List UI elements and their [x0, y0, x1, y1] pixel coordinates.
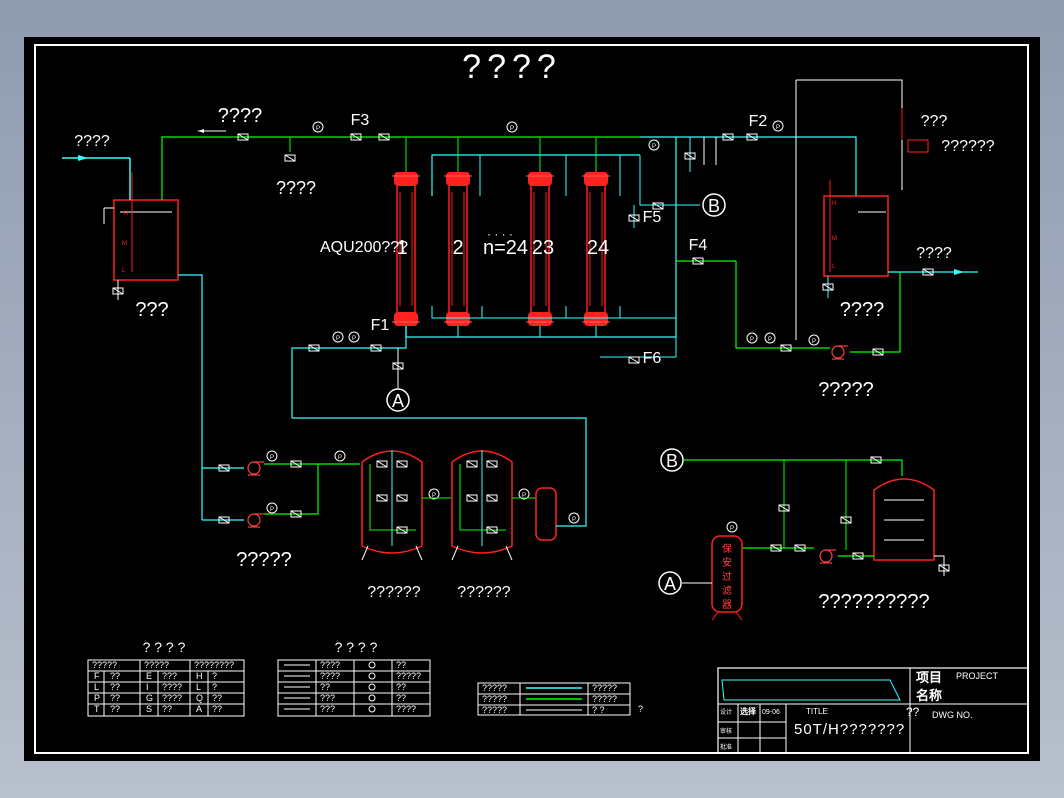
- legend-lines-cell: ?????: [592, 694, 617, 704]
- legend-left-cell: L: [94, 682, 99, 692]
- legend-left-cell: A: [196, 704, 202, 714]
- legend-mid-cell: ??: [320, 682, 330, 692]
- legend-left-cell: S: [146, 704, 152, 714]
- legend-mid-cell: ????: [396, 704, 416, 714]
- legend-mid-cell: ??: [396, 660, 406, 670]
- svg-text:M: M: [122, 241, 127, 247]
- legend-left-cell: ???: [162, 671, 177, 681]
- title-project-en: PROJECT: [956, 671, 999, 681]
- title-row1b: 选择: [740, 706, 757, 716]
- legend-lines-cell: ?????: [482, 705, 507, 715]
- F2-label: F2: [749, 113, 768, 130]
- legend-mid-cell: ????: [320, 671, 340, 681]
- title-row3: 批准: [720, 743, 732, 751]
- legend-left-cell: I: [146, 682, 149, 692]
- unit-1-label: 1: [396, 237, 407, 259]
- legend-mid-title: ? ? ? ?: [335, 639, 378, 655]
- legend-lines-cell: ?????: [592, 683, 617, 693]
- legend-mid-cell: ???: [320, 693, 335, 703]
- sand-filter-label: ??????: [367, 584, 420, 601]
- legend-mid-cell: ???: [320, 704, 335, 714]
- legend-left-cell: ?: [212, 671, 217, 681]
- legend-lines-cell: ?????: [482, 683, 507, 693]
- F4-label: F4: [689, 237, 708, 254]
- legend-left-cell: L: [196, 682, 201, 692]
- product-pump-label: ?????: [818, 379, 874, 401]
- feed-pumps-label: ?????: [236, 549, 292, 571]
- svg-text:H: H: [832, 201, 836, 207]
- title-title-label: TITLE: [806, 707, 828, 716]
- unit-n-label: n=24: [483, 237, 528, 259]
- legend-left-cell: ??: [212, 704, 222, 714]
- title-text: 50T/H???????: [794, 721, 905, 738]
- legend-left-cell: G: [146, 693, 153, 703]
- drawing-title: ????: [462, 48, 562, 86]
- membrane-model-label: AQU200???: [320, 239, 408, 256]
- legend-left-cell: P: [94, 693, 100, 703]
- security-filter-char-4: 滤: [722, 584, 732, 597]
- legend-left-cell: H: [196, 671, 203, 681]
- security-filter-char-2: 安: [722, 556, 732, 569]
- carbon-filter-label: ??????: [457, 584, 510, 601]
- legend-mid-cell: ?????: [396, 671, 421, 681]
- svg-text:M: M: [832, 236, 837, 242]
- legend-mid-cell: ??: [396, 682, 406, 692]
- unit-2-label: 2: [452, 237, 463, 259]
- title-dwg-prefix: ??: [906, 705, 920, 719]
- title-date: 09-06: [762, 709, 780, 716]
- legend-mid-cell: ????: [320, 660, 340, 670]
- legend-left-cell: ??: [110, 682, 120, 692]
- legend-left-cell: ??: [162, 704, 172, 714]
- node-B-top-label: B: [708, 196, 720, 216]
- legend-left-cell: ????: [162, 693, 182, 703]
- cip-system-label: ??????????: [818, 591, 929, 613]
- legend-left-cell: Q: [196, 693, 203, 703]
- unit-23-label: 23: [532, 237, 554, 259]
- security-filter-char-3: 过: [722, 570, 732, 583]
- node-A-top-label: A: [392, 391, 404, 411]
- legend-left-cell: E: [146, 671, 152, 681]
- drain-label: ????: [276, 178, 316, 198]
- concentrate-out-label: ????: [218, 105, 263, 127]
- node-A-bottom-label: A: [664, 574, 676, 594]
- inlet-label: ????: [74, 133, 110, 150]
- legend-lines-cell: ? ?: [592, 705, 605, 715]
- legend-left-cell: ??: [110, 693, 120, 703]
- node-B-bottom-label: B: [666, 451, 678, 471]
- legend-lines-extra: ?: [638, 704, 643, 714]
- title-project-cn: 项目: [916, 670, 942, 685]
- unit-24-label: 24: [587, 237, 609, 259]
- legend-left-cell: ??: [212, 693, 222, 703]
- title-name-cn: 名称: [916, 688, 942, 703]
- legend-left-header-cell: ????????: [194, 660, 234, 670]
- legend-lines-cell: ?????: [482, 694, 507, 704]
- product-tank-label: ????: [840, 299, 885, 321]
- F1-label: F1: [371, 317, 390, 334]
- dosing-b-label: ??????: [941, 138, 994, 155]
- legend-left-title: ? ? ? ?: [143, 639, 186, 655]
- security-filter-char-5: 器: [722, 599, 732, 611]
- legend-left-cell: ??: [110, 671, 120, 681]
- legend-left-cell: T: [94, 704, 100, 714]
- F3-label: F3: [351, 112, 370, 129]
- title-row1: 设计: [720, 708, 732, 716]
- product-out-label: ????: [916, 245, 952, 262]
- legend-left-header-cell: ?????: [144, 660, 169, 670]
- dosing-a-label: ???: [921, 113, 948, 130]
- security-filter-char-1: 保: [722, 542, 732, 555]
- F5-label: F5: [643, 209, 662, 226]
- legend-left-cell: F: [94, 671, 100, 681]
- svg-text:H: H: [124, 211, 128, 217]
- title-dwg-no: DWG NO.: [932, 710, 973, 720]
- F6-label: F6: [643, 350, 662, 367]
- legend-left-header-cell: ?????: [92, 660, 117, 670]
- legend-mid-cell: ??: [396, 693, 406, 703]
- legend-left-cell: ????: [162, 682, 182, 692]
- legend-left-cell: ??: [110, 704, 120, 714]
- legend-left-cell: ?: [212, 682, 217, 692]
- title-row2: 审核: [720, 727, 732, 735]
- raw-tank-label: ???: [135, 299, 168, 321]
